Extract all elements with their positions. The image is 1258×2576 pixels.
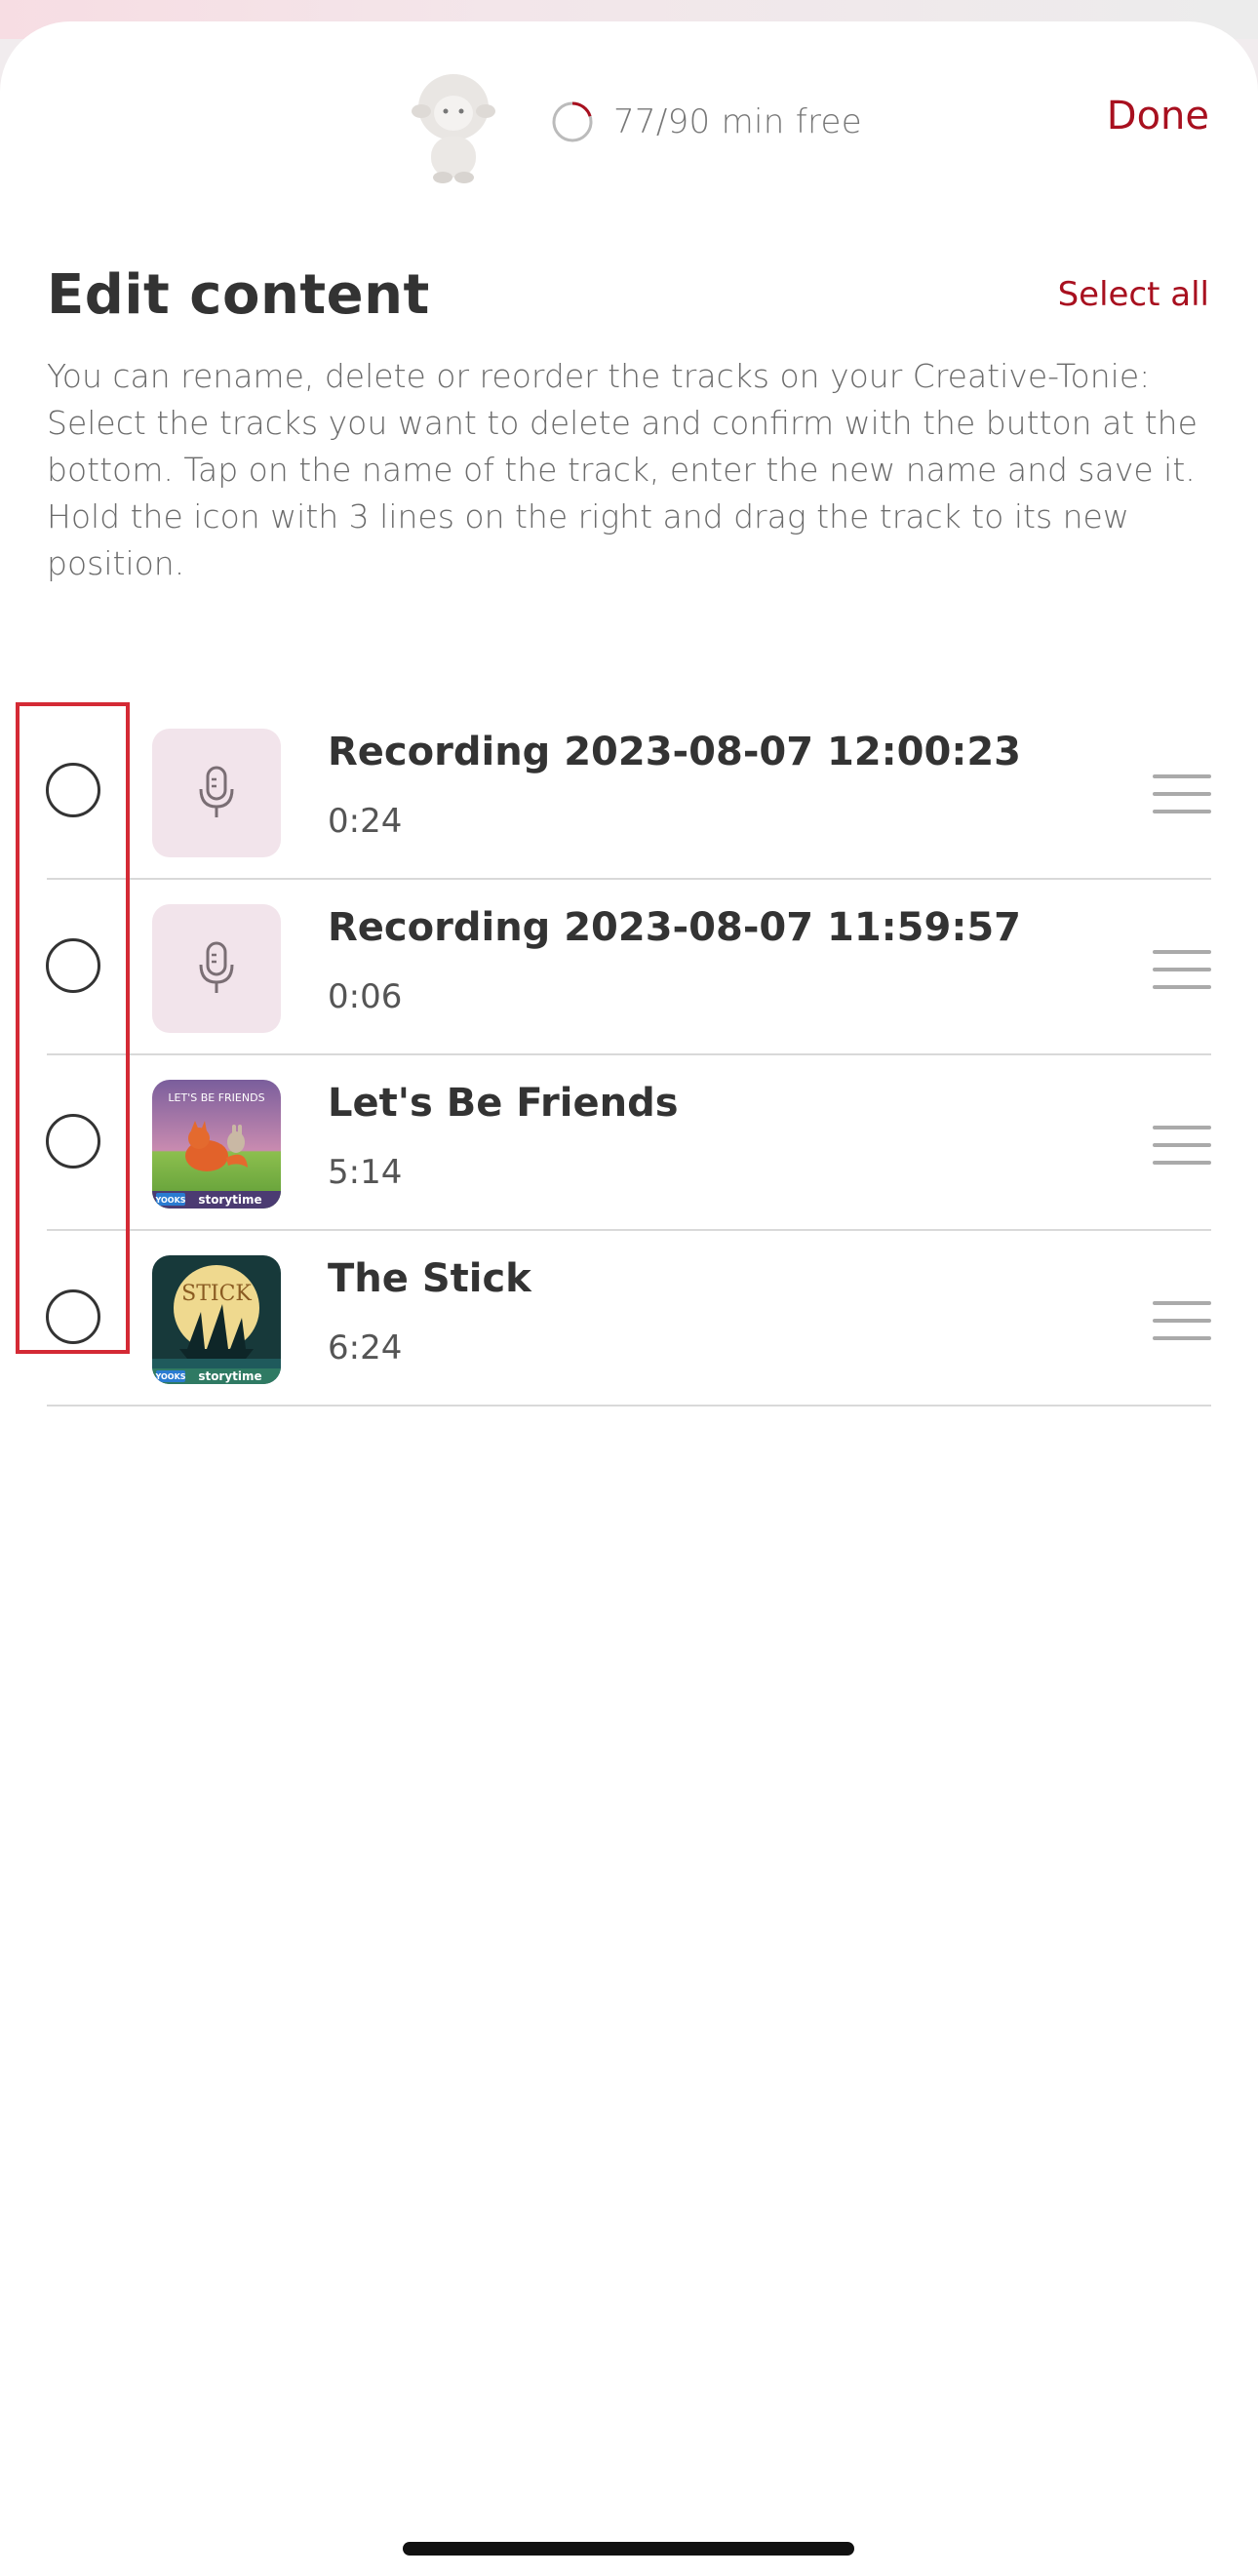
- track-row: STICK YOOKS storytime The Stick 6:24: [0, 1231, 1258, 1407]
- track-title[interactable]: Let's Be Friends: [328, 1081, 679, 1126]
- cover-badge-right: storytime: [198, 1369, 261, 1383]
- track-duration: 0:06: [328, 977, 403, 1016]
- instructions-text: You can rename, delete or reorder the tr…: [47, 357, 1198, 582]
- storage-ring-icon: [552, 101, 593, 142]
- track-row: LET'S BE FRIENDS YOOKS storytime Let's B…: [0, 1055, 1258, 1231]
- track-thumbnail: [152, 904, 281, 1033]
- cover-title-text: LET'S BE FRIENDS: [168, 1091, 264, 1104]
- select-all-button[interactable]: Select all: [1058, 275, 1209, 314]
- sheet-header: 77/90 min free Done: [0, 21, 1258, 217]
- drag-handle-icon[interactable]: [1153, 1299, 1211, 1342]
- drag-handle-icon[interactable]: [1153, 948, 1211, 991]
- track-row: Recording 2023-08-07 12:00:23 0:24: [0, 704, 1258, 880]
- divider: [47, 1405, 1211, 1407]
- microphone-icon: [199, 941, 234, 993]
- track-select-checkbox[interactable]: [46, 938, 100, 993]
- track-cover-image: LET'S BE FRIENDS YOOKS storytime: [152, 1080, 281, 1209]
- home-indicator[interactable]: [403, 2542, 854, 2556]
- storage-free-text: 77/90 min free: [613, 102, 862, 141]
- page-title: Edit content: [47, 263, 430, 327]
- track-title[interactable]: Recording 2023-08-07 11:59:57: [328, 905, 1021, 950]
- cover-badge-right: storytime: [198, 1193, 261, 1207]
- track-select-checkbox[interactable]: [46, 1114, 100, 1169]
- drag-handle-icon[interactable]: [1153, 773, 1211, 815]
- edit-content-sheet: 77/90 min free Done Edit content Select …: [0, 21, 1258, 2576]
- track-thumbnail: [152, 729, 281, 857]
- storage-indicator: 77/90 min free: [551, 98, 862, 146]
- microphone-icon: [199, 766, 234, 817]
- track-duration: 0:24: [328, 802, 403, 841]
- done-button[interactable]: Done: [1107, 94, 1209, 139]
- track-title[interactable]: Recording 2023-08-07 12:00:23: [328, 730, 1021, 774]
- cover-badge-left: YOOKS: [154, 1196, 185, 1205]
- cover-title-text: STICK: [181, 1282, 252, 1306]
- cover-lets-be-friends: LET'S BE FRIENDS YOOKS storytime: [152, 1080, 281, 1209]
- track-duration: 5:14: [328, 1153, 403, 1192]
- track-row: Recording 2023-08-07 11:59:57 0:06: [0, 880, 1258, 1055]
- creative-tonie-figure: [412, 74, 495, 183]
- track-select-checkbox[interactable]: [46, 763, 100, 817]
- drag-handle-icon[interactable]: [1153, 1124, 1211, 1167]
- cover-the-stick: STICK YOOKS storytime: [152, 1255, 281, 1384]
- track-select-checkbox[interactable]: [46, 1289, 100, 1344]
- track-cover-image: STICK YOOKS storytime: [152, 1255, 281, 1384]
- track-title[interactable]: The Stick: [328, 1256, 531, 1301]
- track-duration: 6:24: [328, 1328, 403, 1367]
- cover-badge-left: YOOKS: [154, 1372, 185, 1381]
